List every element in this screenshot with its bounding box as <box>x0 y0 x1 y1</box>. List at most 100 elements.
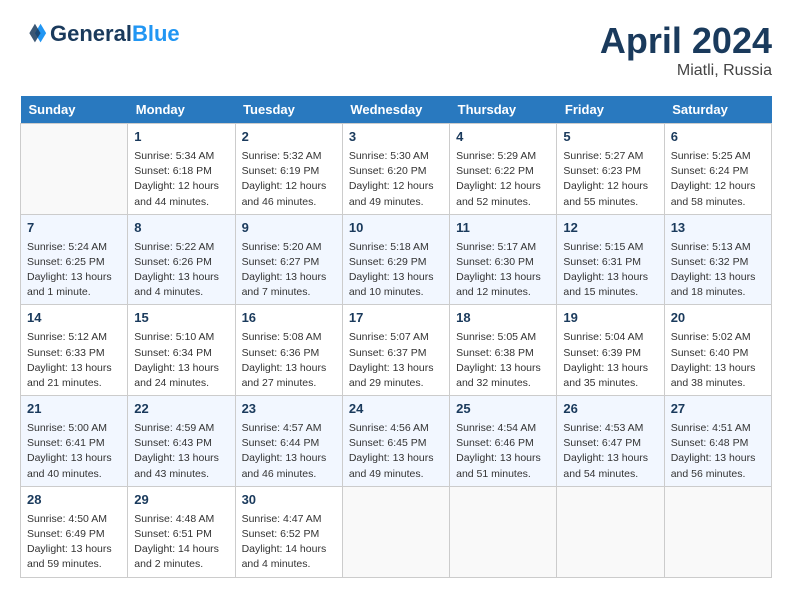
day-info-line: Sunrise: 5:12 AM <box>27 330 121 345</box>
day-info-line: Daylight: 13 hours <box>563 361 657 376</box>
day-info-line: Daylight: 12 hours <box>456 179 550 194</box>
day-number: 5 <box>563 128 657 147</box>
day-info-line: Sunset: 6:43 PM <box>134 436 228 451</box>
day-number: 11 <box>456 219 550 238</box>
day-number: 21 <box>27 400 121 419</box>
day-number: 24 <box>349 400 443 419</box>
calendar-cell: 21Sunrise: 5:00 AMSunset: 6:41 PMDayligh… <box>21 396 128 487</box>
calendar-cell: 11Sunrise: 5:17 AMSunset: 6:30 PMDayligh… <box>450 214 557 305</box>
calendar-week-row: 28Sunrise: 4:50 AMSunset: 6:49 PMDayligh… <box>21 486 772 577</box>
calendar-week-row: 1Sunrise: 5:34 AMSunset: 6:18 PMDaylight… <box>21 124 772 215</box>
calendar-cell: 3Sunrise: 5:30 AMSunset: 6:20 PMDaylight… <box>342 124 449 215</box>
day-info-line: Sunrise: 4:59 AM <box>134 421 228 436</box>
day-info-line: and 21 minutes. <box>27 376 121 391</box>
location: Miatli, Russia <box>600 62 772 80</box>
title-section: April 2024 Miatli, Russia <box>600 20 772 80</box>
calendar-cell: 29Sunrise: 4:48 AMSunset: 6:51 PMDayligh… <box>128 486 235 577</box>
day-number: 10 <box>349 219 443 238</box>
day-info-line: Daylight: 12 hours <box>134 179 228 194</box>
day-info-line: Daylight: 13 hours <box>134 361 228 376</box>
day-info-line: Sunset: 6:30 PM <box>456 255 550 270</box>
day-info-line: Daylight: 13 hours <box>27 542 121 557</box>
day-info-line: Sunrise: 5:30 AM <box>349 149 443 164</box>
calendar-cell: 10Sunrise: 5:18 AMSunset: 6:29 PMDayligh… <box>342 214 449 305</box>
calendar-cell <box>342 486 449 577</box>
day-info-line: Daylight: 13 hours <box>671 361 765 376</box>
day-info-line: Sunrise: 5:07 AM <box>349 330 443 345</box>
day-info-line: Daylight: 13 hours <box>349 451 443 466</box>
calendar-body: 1Sunrise: 5:34 AMSunset: 6:18 PMDaylight… <box>21 124 772 578</box>
day-info-line: Sunrise: 4:54 AM <box>456 421 550 436</box>
day-number: 14 <box>27 309 121 328</box>
day-info-line: Sunrise: 5:10 AM <box>134 330 228 345</box>
day-info-line: Daylight: 13 hours <box>671 270 765 285</box>
calendar-cell: 14Sunrise: 5:12 AMSunset: 6:33 PMDayligh… <box>21 305 128 396</box>
calendar-cell: 19Sunrise: 5:04 AMSunset: 6:39 PMDayligh… <box>557 305 664 396</box>
calendar-cell: 17Sunrise: 5:07 AMSunset: 6:37 PMDayligh… <box>342 305 449 396</box>
weekday-header: Friday <box>557 96 664 124</box>
weekday-header-row: SundayMondayTuesdayWednesdayThursdayFrid… <box>21 96 772 124</box>
calendar-cell: 24 Sunrise: 4:56 AMSunset: 6:45 PMDayligh… <box>342 396 449 487</box>
day-info-line: Sunrise: 4:56 AM <box>349 421 443 436</box>
day-info-line: Sunset: 6:37 PM <box>349 346 443 361</box>
calendar-cell: 30Sunrise: 4:47 AMSunset: 6:52 PMDayligh… <box>235 486 342 577</box>
day-info-line: Sunrise: 5:17 AM <box>456 240 550 255</box>
day-info-line: Daylight: 13 hours <box>349 361 443 376</box>
day-info-line: and 44 minutes. <box>134 195 228 210</box>
day-info-line: Sunrise: 5:00 AM <box>27 421 121 436</box>
day-info-line: Sunrise: 5:05 AM <box>456 330 550 345</box>
day-number: 18 <box>456 309 550 328</box>
day-info-line: Sunrise: 5:15 AM <box>563 240 657 255</box>
calendar-cell: 6Sunrise: 5:25 AMSunset: 6:24 PMDaylight… <box>664 124 771 215</box>
day-number: 2 <box>242 128 336 147</box>
day-number: 29 <box>134 491 228 510</box>
day-info-line: Sunset: 6:25 PM <box>27 255 121 270</box>
day-info-line: and 55 minutes. <box>563 195 657 210</box>
day-info-line: Sunrise: 4:53 AM <box>563 421 657 436</box>
day-number: 25 <box>456 400 550 419</box>
weekday-header: Wednesday <box>342 96 449 124</box>
calendar-cell <box>450 486 557 577</box>
day-number: 8 <box>134 219 228 238</box>
day-number: 20 <box>671 309 765 328</box>
day-info-line: and 51 minutes. <box>456 467 550 482</box>
day-info-line: Daylight: 13 hours <box>242 270 336 285</box>
day-info-line: Sunrise: 5:25 AM <box>671 149 765 164</box>
weekday-header: Monday <box>128 96 235 124</box>
day-info-line: Sunrise: 5:08 AM <box>242 330 336 345</box>
calendar-cell: 8Sunrise: 5:22 AMSunset: 6:26 PMDaylight… <box>128 214 235 305</box>
day-info-line: Daylight: 13 hours <box>27 361 121 376</box>
logo: GeneralBlue <box>20 20 180 48</box>
calendar-cell: 27Sunrise: 4:51 AMSunset: 6:48 PMDayligh… <box>664 396 771 487</box>
day-info-line: Sunrise: 4:57 AM <box>242 421 336 436</box>
day-info-line: and 1 minute. <box>27 285 121 300</box>
day-number: 1 <box>134 128 228 147</box>
day-info-line: Sunrise: 5:24 AM <box>27 240 121 255</box>
day-info-line: Sunset: 6:36 PM <box>242 346 336 361</box>
day-info-line: Sunset: 6:39 PM <box>563 346 657 361</box>
day-number: 23 <box>242 400 336 419</box>
day-info-line: and 54 minutes. <box>563 467 657 482</box>
day-info-line: Daylight: 13 hours <box>27 451 121 466</box>
day-info-line: Sunset: 6:45 PM <box>349 436 443 451</box>
day-info-line: Daylight: 13 hours <box>134 270 228 285</box>
day-info-line: Sunset: 6:44 PM <box>242 436 336 451</box>
logo-text: GeneralBlue <box>50 22 180 46</box>
day-info-line: Daylight: 12 hours <box>671 179 765 194</box>
calendar-cell: 16Sunrise: 5:08 AMSunset: 6:36 PMDayligh… <box>235 305 342 396</box>
calendar-cell: 26Sunrise: 4:53 AMSunset: 6:47 PMDayligh… <box>557 396 664 487</box>
day-number: 22 <box>134 400 228 419</box>
calendar-cell: 18Sunrise: 5:05 AMSunset: 6:38 PMDayligh… <box>450 305 557 396</box>
day-info-line: and 4 minutes. <box>242 557 336 572</box>
day-info-line: Sunrise: 5:32 AM <box>242 149 336 164</box>
calendar-cell: 2Sunrise: 5:32 AMSunset: 6:19 PMDaylight… <box>235 124 342 215</box>
day-info-line: Sunrise: 5:18 AM <box>349 240 443 255</box>
calendar-cell: 20Sunrise: 5:02 AMSunset: 6:40 PMDayligh… <box>664 305 771 396</box>
day-info-line: Sunrise: 4:47 AM <box>242 512 336 527</box>
day-info-line: Sunrise: 4:51 AM <box>671 421 765 436</box>
day-number: 15 <box>134 309 228 328</box>
calendar-cell: 15Sunrise: 5:10 AMSunset: 6:34 PMDayligh… <box>128 305 235 396</box>
day-info-line: Daylight: 14 hours <box>134 542 228 557</box>
day-info-line: Daylight: 12 hours <box>563 179 657 194</box>
calendar-cell: 13Sunrise: 5:13 AMSunset: 6:32 PMDayligh… <box>664 214 771 305</box>
